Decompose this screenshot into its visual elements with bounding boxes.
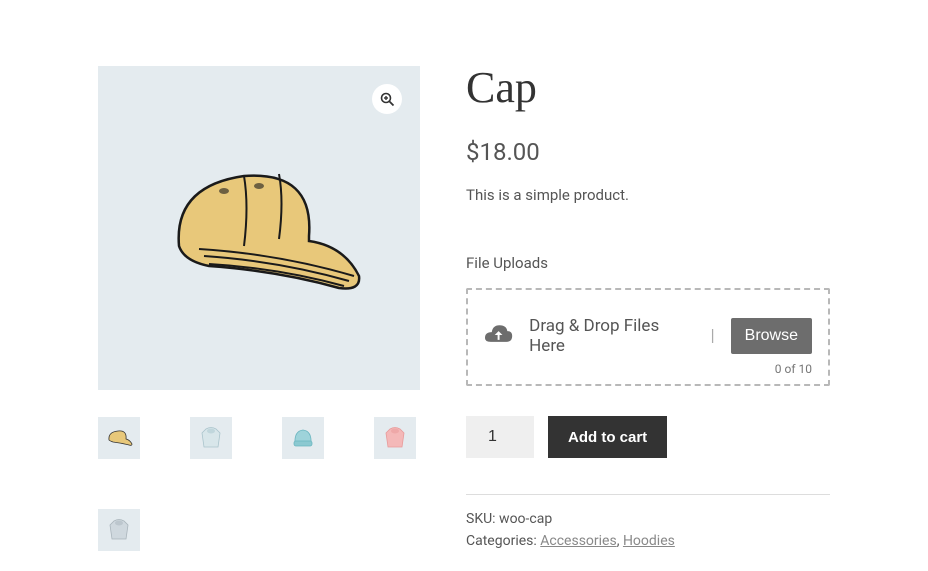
browse-button[interactable]: Browse: [731, 318, 812, 354]
thumbnail-row: [98, 417, 420, 551]
file-uploads-label: File Uploads: [466, 254, 830, 272]
thumb-beanie[interactable]: [282, 417, 324, 459]
thumb-hoodie-grey[interactable]: [98, 509, 140, 551]
sku-value: woo-cap: [499, 511, 552, 527]
thumb-hoodie-light[interactable]: [190, 417, 232, 459]
product-page: Cap $18.00 This is a simple product. Fil…: [0, 0, 928, 555]
file-dropzone[interactable]: Drag & Drop Files Here | Browse 0 of 10: [466, 288, 830, 386]
product-price: $18.00: [466, 138, 830, 166]
product-title: Cap: [466, 66, 830, 110]
zoom-icon[interactable]: [372, 84, 402, 114]
product-details: Cap $18.00 This is a simple product. Fil…: [466, 66, 830, 555]
sku-label: SKU:: [466, 511, 499, 527]
main-product-image[interactable]: [98, 66, 420, 390]
dropzone-content: Drag & Drop Files Here | Browse: [484, 316, 812, 356]
categories-line: Categories: Accessories, Hoodies: [466, 533, 830, 549]
meta-divider: [466, 494, 830, 495]
category-link-hoodies[interactable]: Hoodies: [623, 533, 675, 549]
dropzone-divider: |: [710, 326, 714, 346]
category-link-accessories[interactable]: Accessories: [540, 533, 616, 549]
gallery-column: [98, 66, 420, 555]
dropzone-text: Drag & Drop Files Here: [529, 316, 694, 356]
upload-count: 0 of 10: [775, 362, 812, 376]
quantity-stepper[interactable]: [466, 416, 534, 458]
thumb-cap[interactable]: [98, 417, 140, 459]
product-description: This is a simple product.: [466, 186, 830, 204]
categories-label: Categories:: [466, 533, 540, 549]
cart-row: Add to cart: [466, 416, 830, 458]
add-to-cart-button[interactable]: Add to cart: [548, 416, 667, 458]
cloud-upload-icon: [484, 324, 513, 348]
sku-line: SKU: woo-cap: [466, 511, 830, 527]
thumb-hoodie-pink[interactable]: [374, 417, 416, 459]
cap-illustration: [149, 146, 369, 311]
